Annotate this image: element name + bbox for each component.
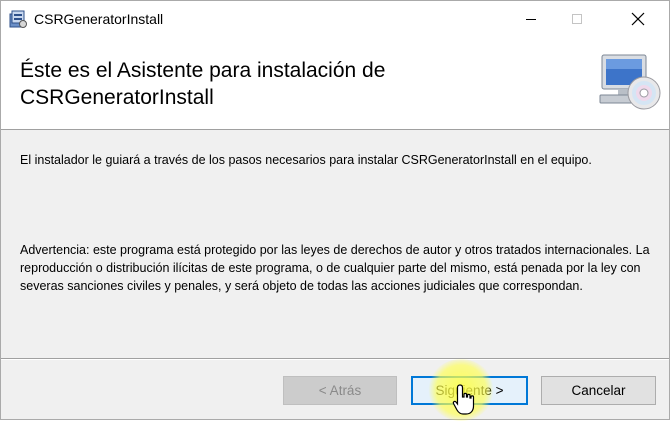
minimize-icon (526, 19, 536, 20)
back-button: < Atrás (283, 376, 397, 405)
installer-icon (8, 9, 28, 29)
maximize-icon (572, 14, 582, 24)
wizard-heading: Éste es el Asistente para instalación de… (20, 59, 386, 109)
copyright-warning: Advertencia: este programa está protegid… (20, 243, 650, 293)
intro-text: El instalador le guiará a través de los … (20, 153, 592, 167)
footer-separator (1, 358, 669, 360)
minimize-button[interactable] (508, 1, 554, 37)
installer-window: CSRGeneratorInstall Éste es el Asistente… (0, 0, 670, 421)
cancel-button[interactable]: Cancelar (541, 376, 656, 405)
maximize-button (554, 1, 600, 37)
title-bar[interactable]: CSRGeneratorInstall (1, 1, 669, 37)
wizard-header: Éste es el Asistente para instalación de… (1, 37, 669, 130)
hand-pointer-icon (452, 383, 478, 417)
computer-cd-icon (598, 51, 664, 113)
close-icon (631, 12, 645, 26)
close-button[interactable] (615, 1, 661, 37)
window-title: CSRGeneratorInstall (34, 11, 164, 27)
